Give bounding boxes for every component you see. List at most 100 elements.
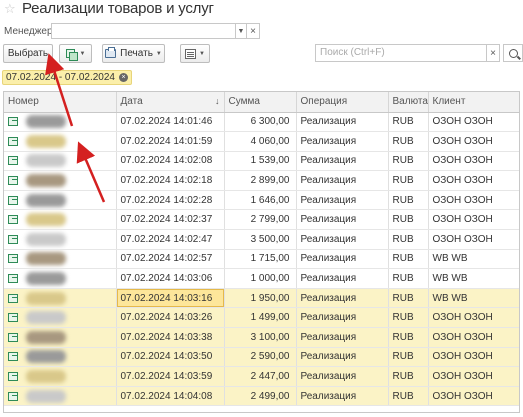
cell-client[interactable]: ОЗОН ОЗОН [428,327,519,348]
cell-operation[interactable]: Реализация [296,170,389,191]
cell-currency[interactable]: RUB [388,170,429,191]
cell-currency[interactable]: RUB [388,209,429,231]
cell-operation[interactable]: Реализация [296,151,389,172]
cell-client[interactable]: ОЗОН ОЗОН [428,347,519,368]
cell-date[interactable]: 07.02.2024 14:02:08 [116,151,225,172]
cell-operation[interactable]: Реализация [296,307,389,329]
cell-operation[interactable]: Реализация [296,386,389,407]
table-row[interactable]: 07.02.2024 14:01:46 6 300,00 Реализация RUB… [4,112,519,133]
select-button[interactable]: Выбрать [3,44,53,63]
table-row[interactable]: 07.02.2024 14:02:28 1 646,00 Реализация RUB… [4,190,519,211]
cell-client[interactable]: ОЗОН ОЗОН [428,190,519,211]
cell-client[interactable]: ОЗОН ОЗОН [428,229,519,250]
cell-number[interactable] [4,347,117,368]
cell-number[interactable] [4,327,117,348]
cell-number[interactable] [4,229,117,250]
cell-currency[interactable]: RUB [388,386,429,407]
table-row[interactable]: 07.02.2024 14:03:50 2 590,00 Реализация RUB… [4,347,519,368]
cell-date[interactable]: 07.02.2024 14:04:08 [116,386,225,407]
cell-client[interactable]: ОЗОН ОЗОН [428,209,519,231]
table-row[interactable]: 07.02.2024 14:02:08 1 539,00 Реализация RUB… [4,151,519,172]
cell-operation[interactable]: Реализация [296,209,389,231]
cell-date[interactable]: 07.02.2024 14:03:38 [116,327,225,348]
cell-number[interactable] [4,268,117,289]
cell-sum[interactable]: 1 950,00 [224,288,297,309]
cell-date[interactable]: 07.02.2024 14:02:47 [116,229,225,250]
table-row[interactable]: 07.02.2024 14:01:59 4 060,00 Реализация RUB… [4,131,519,152]
cell-date[interactable]: 07.02.2024 14:03:06 [116,268,225,289]
period-filter-chip[interactable]: 07.02.2024 - 07.02.2024 × [2,70,132,85]
cell-currency[interactable]: RUB [388,151,429,172]
cell-client[interactable]: WB WB [428,249,519,270]
cell-date[interactable]: 07.02.2024 14:03:16 [116,288,225,309]
cell-client[interactable]: ОЗОН ОЗОН [428,151,519,172]
cell-currency[interactable]: RUB [388,288,429,309]
cell-client[interactable]: WB WB [428,268,519,289]
cell-operation[interactable]: Реализация [296,190,389,211]
cell-number[interactable] [4,366,117,387]
table-row[interactable]: 07.02.2024 14:03:38 3 100,00 Реализация RUB… [4,327,519,348]
cell-client[interactable]: ОЗОН ОЗОН [428,307,519,329]
cell-sum[interactable]: 3 500,00 [224,229,297,250]
cell-number[interactable] [4,170,117,191]
cell-currency[interactable]: RUB [388,249,429,270]
cell-client[interactable]: ОЗОН ОЗОН [428,112,519,133]
table-row[interactable]: 07.02.2024 14:02:37 2 799,00 Реализация RUB… [4,209,519,231]
table-row[interactable]: 07.02.2024 14:02:47 3 500,00 Реализация RUB… [4,229,519,250]
create-based-on-button[interactable]: ▼ [59,44,92,63]
cell-sum[interactable]: 2 590,00 [224,347,297,368]
cell-sum[interactable]: 1 715,00 [224,249,297,270]
reports-button[interactable]: ▼ [180,44,210,63]
column-header-client[interactable]: Клиент [428,92,519,113]
column-header-sum[interactable]: Сумма [224,92,297,113]
cell-sum[interactable]: 4 060,00 [224,131,297,152]
cell-sum[interactable]: 3 100,00 [224,327,297,348]
cell-number[interactable] [4,190,117,211]
cell-client[interactable]: ОЗОН ОЗОН [428,386,519,407]
cell-currency[interactable]: RUB [388,366,429,387]
table-row[interactable]: 07.02.2024 14:03:26 1 499,00 Реализация RUB… [4,307,519,329]
cell-number[interactable] [4,288,117,309]
cell-date[interactable]: 07.02.2024 14:03:26 [116,307,225,329]
cell-currency[interactable]: RUB [388,112,429,133]
cell-date[interactable]: 07.02.2024 14:02:28 [116,190,225,211]
cell-sum[interactable]: 2 447,00 [224,366,297,387]
cell-currency[interactable]: RUB [388,327,429,348]
cell-currency[interactable]: RUB [388,229,429,250]
cell-currency[interactable]: RUB [388,307,429,329]
table-row[interactable]: 07.02.2024 14:02:57 1 715,00 Реализация RUB… [4,249,519,270]
cell-number[interactable] [4,209,117,231]
cell-sum[interactable]: 1 539,00 [224,151,297,172]
cell-date[interactable]: 07.02.2024 14:03:59 [116,366,225,387]
cell-date[interactable]: 07.02.2024 14:03:50 [116,347,225,368]
manager-dropdown-button[interactable]: ▼ [235,23,247,39]
cell-sum[interactable]: 1 646,00 [224,190,297,211]
cell-sum[interactable]: 2 899,00 [224,170,297,191]
cell-operation[interactable]: Реализация [296,327,389,348]
column-header-date[interactable]: Дата ↓ [116,92,225,113]
cell-operation[interactable]: Реализация [296,229,389,250]
cell-number[interactable] [4,131,117,152]
favorite-star-icon[interactable]: ☆ [4,2,18,16]
table-row[interactable]: 07.02.2024 14:03:06 1 000,00 Реализация RUB… [4,268,519,289]
column-header-operation[interactable]: Операция [296,92,389,113]
cell-number[interactable] [4,112,117,133]
cell-currency[interactable]: RUB [388,268,429,289]
cell-sum[interactable]: 2 499,00 [224,386,297,407]
cell-number[interactable] [4,249,117,270]
cell-number[interactable] [4,151,117,172]
table-row[interactable]: 07.02.2024 14:03:59 2 447,00 Реализация RUB… [4,366,519,387]
search-button[interactable] [503,44,523,62]
manager-input[interactable] [51,23,235,39]
cell-sum[interactable]: 1 499,00 [224,307,297,329]
column-header-number[interactable]: Номер [4,92,117,113]
cell-sum[interactable]: 2 799,00 [224,209,297,231]
table-row[interactable]: 07.02.2024 14:04:08 2 499,00 Реализация RUB… [4,386,519,407]
close-icon[interactable]: × [118,73,128,82]
cell-client[interactable]: ОЗОН ОЗОН [428,366,519,387]
cell-date[interactable]: 07.02.2024 14:01:59 [116,131,225,152]
cell-date[interactable]: 07.02.2024 14:02:57 [116,249,225,270]
cell-date[interactable]: 07.02.2024 14:02:37 [116,209,225,231]
search-clear-button[interactable]: × [487,44,500,62]
cell-sum[interactable]: 1 000,00 [224,268,297,289]
